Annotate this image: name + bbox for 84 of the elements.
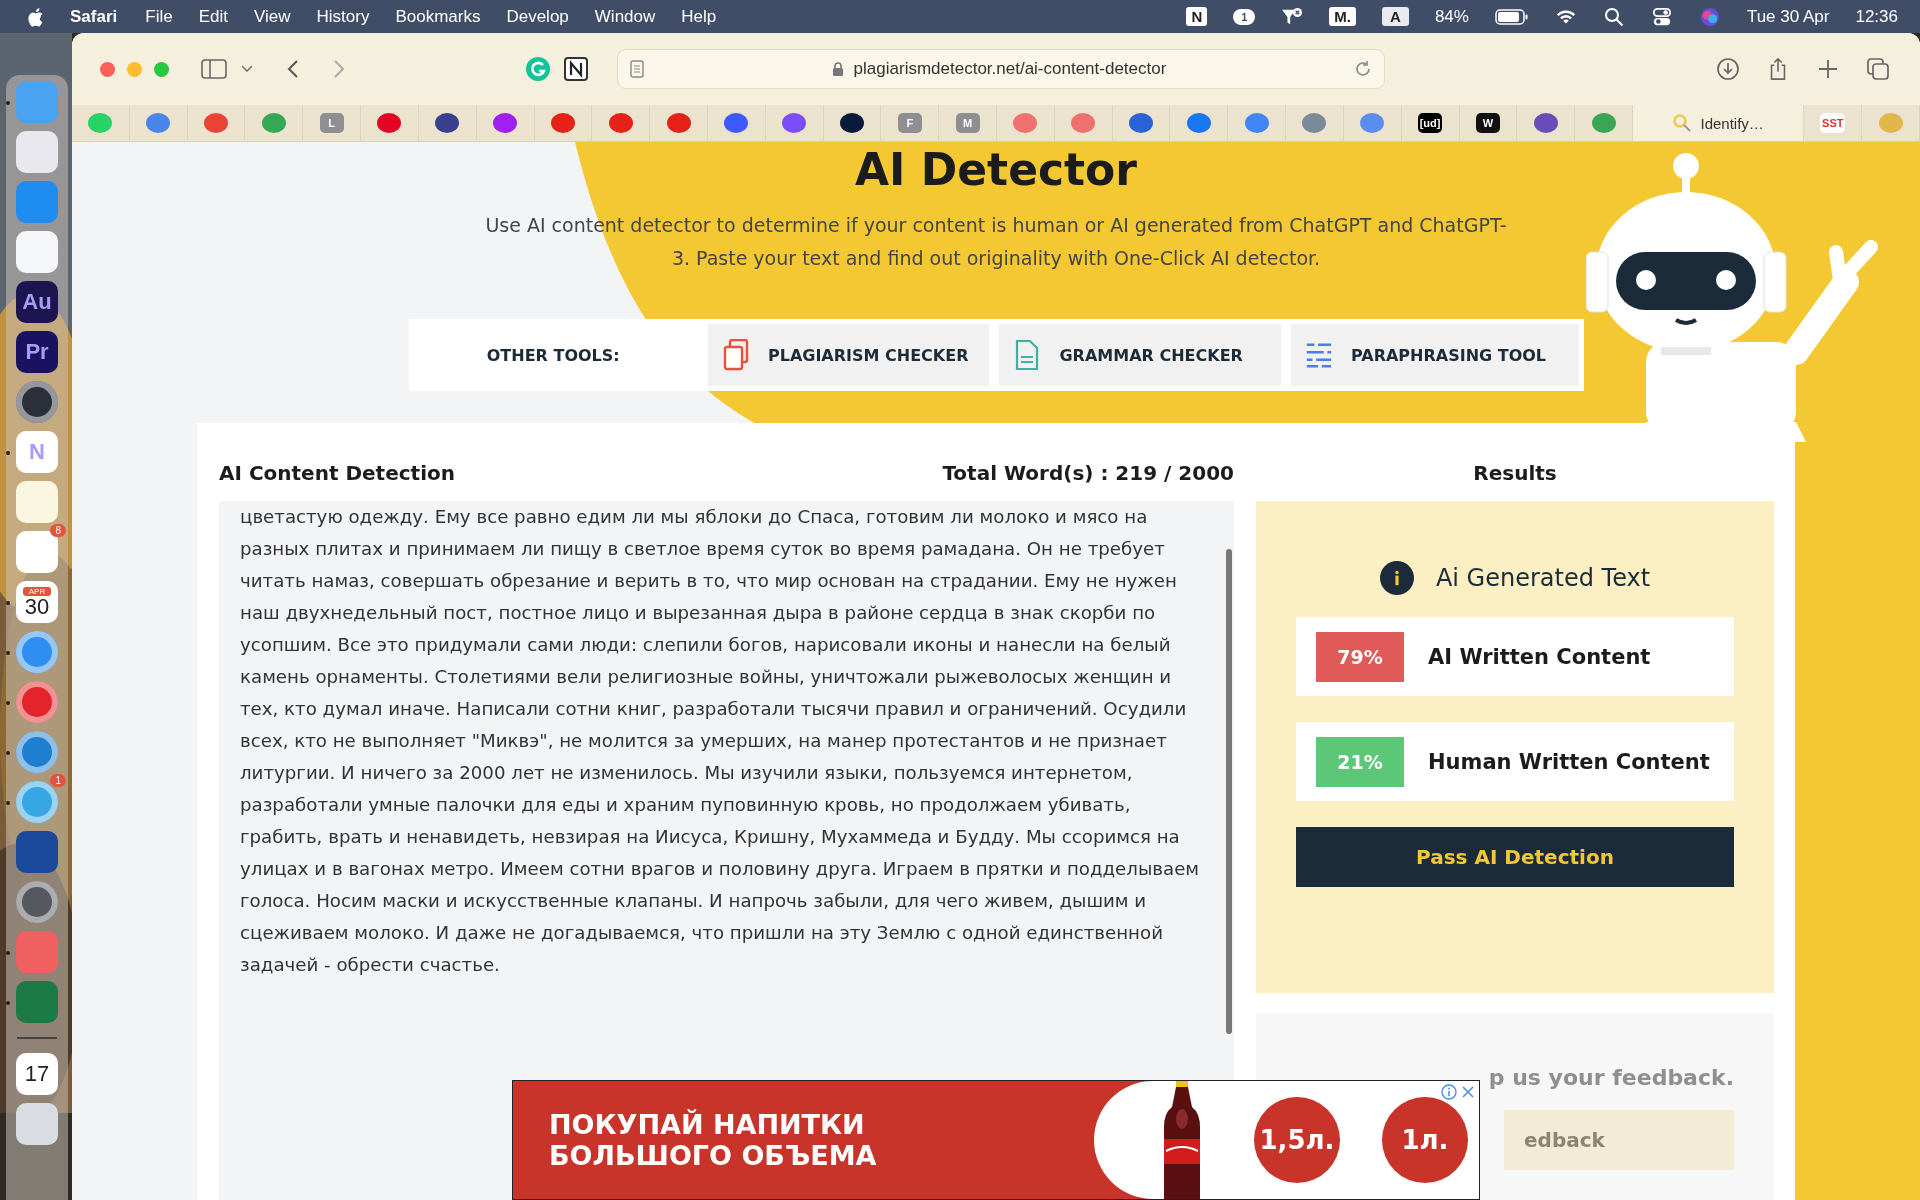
download-icon[interactable] xyxy=(1716,57,1740,81)
app-icon[interactable] xyxy=(16,1103,58,1145)
page-icon[interactable] xyxy=(630,60,644,78)
sidebar-icon[interactable] xyxy=(201,59,227,79)
ad-banner[interactable]: ПОКУПАЙ НАПИТКИ БОЛЬШОГО ОБЪЕМА 1,5л. 1л. xyxy=(512,1080,1480,1200)
menu-item[interactable]: File xyxy=(145,6,173,27)
app-icon[interactable] xyxy=(16,531,58,573)
section-title: AI Content Detection xyxy=(219,461,455,485)
bookmark-tab[interactable]: Identify… xyxy=(1632,105,1805,141)
app-label: Au xyxy=(22,291,52,313)
app-label: Pr xyxy=(25,341,49,363)
address-bar[interactable]: plagiarismdetector.net/ai-content-detector xyxy=(617,49,1385,89)
close-button[interactable] xyxy=(100,61,115,77)
ad-headline: ПОКУПАЙ НАПИТКИ xyxy=(549,1109,866,1140)
app-label: N xyxy=(29,441,45,463)
menu-item[interactable]: Help xyxy=(681,6,717,27)
chevron-down-icon[interactable] xyxy=(241,65,253,73)
ad-headline: БОЛЬШОГО ОБЪЕМА xyxy=(549,1140,878,1171)
percent-tag: 79% xyxy=(1316,631,1404,682)
new-tab-icon[interactable] xyxy=(1816,57,1840,81)
control-center-icon[interactable] xyxy=(1650,6,1673,27)
battery-icon[interactable] xyxy=(1494,8,1529,25)
menu-item[interactable]: Window xyxy=(594,6,656,27)
info-icon[interactable] xyxy=(1441,1084,1457,1100)
app-label: 17 xyxy=(24,1063,50,1085)
tools-label: OTHER TOOLS: xyxy=(485,345,621,365)
info-icon xyxy=(1379,561,1414,595)
funnel-icon[interactable] xyxy=(1281,6,1304,27)
tool-link[interactable]: GRAMMAR CHECKER xyxy=(999,324,1281,386)
status-icon[interactable]: N xyxy=(1186,7,1208,26)
bookmark-icon[interactable] xyxy=(839,113,864,133)
status-text: 84% xyxy=(1434,6,1469,27)
result-label: AI Written Content xyxy=(1428,644,1651,669)
menu-item[interactable]: History xyxy=(316,6,370,27)
menu-item[interactable]: Bookmarks xyxy=(395,6,481,27)
percent-tag: 21% xyxy=(1316,736,1404,787)
bookmark-icon[interactable]: W xyxy=(1475,113,1500,133)
chat-icon[interactable]: 1 xyxy=(1233,8,1256,25)
result-label: Human Written Content xyxy=(1428,749,1710,774)
app-icon[interactable] xyxy=(16,231,58,273)
zoom-button[interactable] xyxy=(154,61,169,77)
copy-icon xyxy=(721,339,750,371)
bookmark-icon[interactable]: [ud] xyxy=(1417,113,1443,133)
app-icon[interactable]: 17 xyxy=(16,1053,58,1095)
tool-link[interactable]: PARAPHRASING TOOL xyxy=(1291,324,1579,386)
menu-item[interactable]: View xyxy=(253,6,291,27)
reload-icon[interactable] xyxy=(1354,60,1372,78)
search-icon[interactable] xyxy=(1602,6,1625,27)
menu-item[interactable]: Develop xyxy=(506,6,569,27)
app-icon[interactable]: Pr xyxy=(16,331,58,373)
url-text: plagiarismdetector.net/ai-content-detector xyxy=(853,59,1167,79)
page-title: AI Detector xyxy=(855,144,1137,195)
size-badge: 1,5л. xyxy=(1254,1097,1340,1183)
tool-link[interactable]: PLAGIARISM CHECKER xyxy=(707,324,990,386)
tabs-overview-icon[interactable] xyxy=(1866,57,1890,81)
grammar-extension-icon[interactable] xyxy=(525,56,551,82)
forward-icon[interactable] xyxy=(333,59,345,79)
input-text: цветастую одежду. Ему все равно едим ли мы яблоки до Спаса, готовим ли молоко и мясо на разных плитах и принимаем ли пищу в светлое время суток во время рамадана. Он не требует читать намаз, совершать обрезание и верить в то, что мир основан на страдании. Ему не нужен наш двухнедельный пост, постное лицо и вырезанная дыра в районе сердца в знак скорби по усопшим. Все это придумали сами люди: слепили богов, нарисовали иконы и нанесли на белый камень орнаменты. Столетиями вели религиозные войны, уничтожали рыжеволосых женщин и тех, кто думал иначе. Написали сотни книг, разработали тысячи правил и ограничений. Осудили всех, кто не выполняет "Миквэ", не молится за умерших, на манер протестантов и не признает литургии. И ничего за 2000 лет не изменилось. Мы изучили языки, пользуемся интернетом, разработали умные палочки для еды и храним пуповинную кровь, но продолжаем убивать, грабить, врать и ненавидеть, невзирая на Иисуса, Кришну, Мухаммеда и Будду. Мы ссоримся на улицах и в вагонах метро. Имеем сотни врагов и половину друга. Играем в прятки и подделываем голоса. Носим маски и искусственные клапаны. И напрочь забыли, для чего живем, дышим и сцеживаем молоко. И даже не догадываемся, что пришли на эту Землю с одной единственной задачей - обрести счастье. xyxy=(240,505,1201,977)
size-badge: 1л. xyxy=(1382,1097,1468,1183)
notion-extension-icon[interactable] xyxy=(563,56,589,82)
input-source-icon[interactable]: A xyxy=(1382,7,1409,26)
app-label: 30 xyxy=(24,595,50,618)
app-icon[interactable] xyxy=(16,831,58,873)
bookmark-icon[interactable] xyxy=(435,113,460,133)
app-icon[interactable]: APR 30 xyxy=(16,581,58,623)
status-text: Tue 30 Apr xyxy=(1746,6,1830,27)
status-icon[interactable]: M. xyxy=(1329,7,1357,26)
bookmark-label: Identify… xyxy=(1700,114,1764,132)
word-count: Total Word(s) : 219 / 2000 xyxy=(942,461,1234,485)
feedback-text: p us your feedback. xyxy=(1488,1065,1734,1090)
results-title: Results xyxy=(1473,461,1557,485)
bookmark-icon[interactable]: SST xyxy=(1820,113,1846,133)
back-icon[interactable] xyxy=(287,59,299,79)
verdict-text: Ai Generated Text xyxy=(1435,564,1651,592)
menu-app-name[interactable]: Safari xyxy=(70,6,118,27)
siri-icon[interactable] xyxy=(1698,6,1721,27)
close-icon[interactable] xyxy=(1460,1084,1476,1100)
calendar-month: APR xyxy=(22,586,52,596)
pass-detection-button[interactable]: Pass AI Detection xyxy=(1296,827,1734,887)
lock-icon xyxy=(831,61,844,77)
menu-item[interactable]: Edit xyxy=(198,6,228,27)
scrollbar-thumb[interactable] xyxy=(1226,549,1232,1034)
status-text: 12:36 xyxy=(1855,6,1898,27)
app-icon[interactable]: Au xyxy=(16,281,58,323)
